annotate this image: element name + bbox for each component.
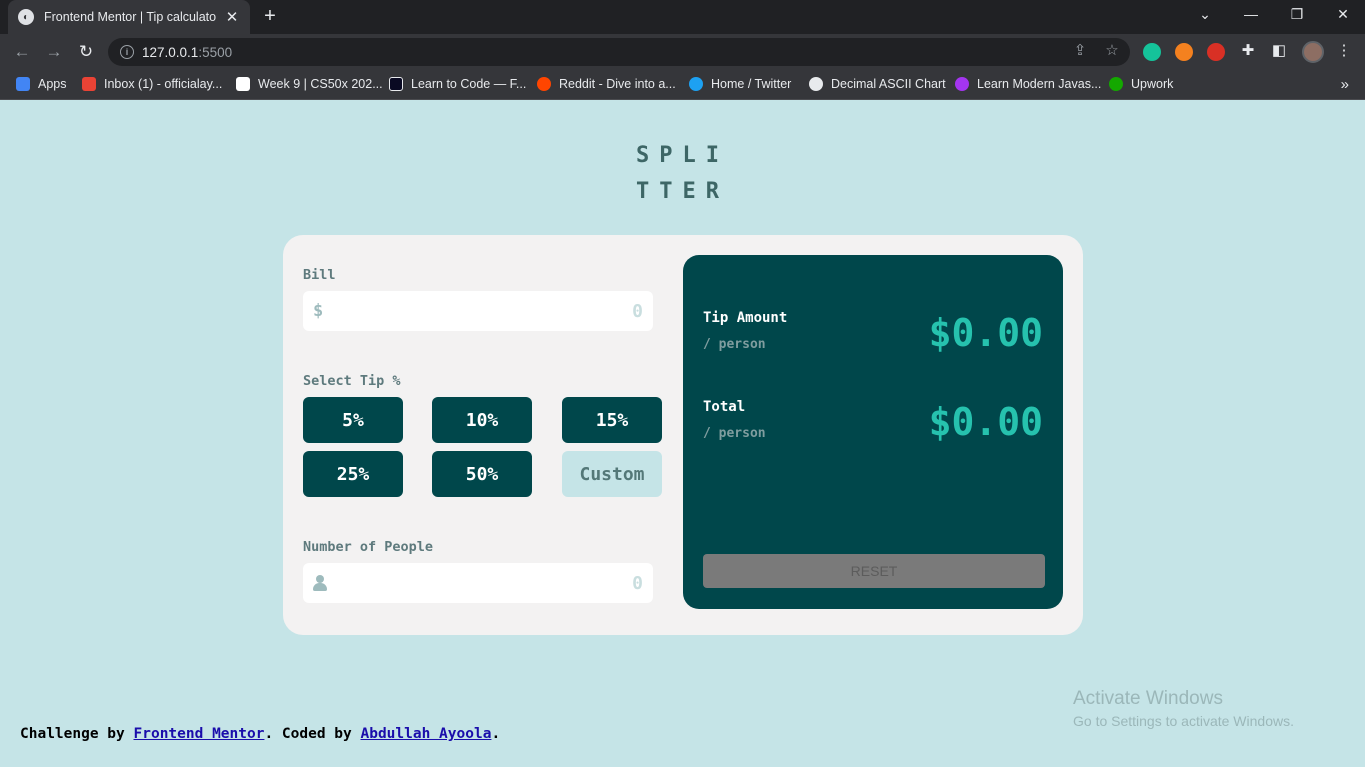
bookmark-twitter[interactable]: Home / Twitter xyxy=(689,77,791,91)
share-icon[interactable]: ⇪ xyxy=(1070,41,1090,59)
bookmark-label: Apps xyxy=(38,77,67,91)
bookmark-label: Upwork xyxy=(1131,77,1174,91)
twitter-icon xyxy=(689,77,703,91)
reset-button[interactable]: RESET xyxy=(703,554,1045,588)
browser-tab[interactable]: ◐ Frontend Mentor | Tip calculator ✕ xyxy=(8,0,250,34)
browser-tab-bar: ◐ Frontend Mentor | Tip calculator ✕ + ⌄… xyxy=(0,0,1365,34)
bookmark-label: Learn Modern Javas... xyxy=(977,77,1102,91)
bookmarks-overflow-icon[interactable]: » xyxy=(1341,76,1349,93)
restore-icon[interactable]: ❐ xyxy=(1287,6,1307,23)
rss-extension-icon[interactable] xyxy=(1175,43,1193,61)
upwork-icon xyxy=(1109,77,1123,91)
footer-middle: . Coded by xyxy=(264,726,361,742)
tip-button-5[interactable]: 5% xyxy=(303,397,403,443)
people-input[interactable]: 0 xyxy=(303,563,653,603)
tip-button-50[interactable]: 50% xyxy=(432,451,532,497)
bookmark-freecodecamp[interactable]: Learn to Code — F... xyxy=(389,77,526,91)
bookmark-label: Week 9 | CS50x 202... xyxy=(258,77,383,91)
author-link[interactable]: Abdullah Ayoola xyxy=(360,726,491,742)
forward-icon[interactable]: → xyxy=(44,42,64,62)
tip-amount-value: $0.00 xyxy=(928,311,1043,355)
bookmark-label: Home / Twitter xyxy=(711,77,792,91)
bookmark-upwork[interactable]: Upwork xyxy=(1109,77,1173,91)
attribution-footer: Challenge by Frontend Mentor. Coded by A… xyxy=(20,726,500,742)
apps-grid-icon xyxy=(16,77,30,91)
person-icon xyxy=(313,575,327,591)
site-info-icon[interactable]: i xyxy=(120,45,134,59)
freecodecamp-icon xyxy=(389,77,403,91)
close-window-icon[interactable]: ✕ xyxy=(1333,6,1353,23)
frontend-mentor-link[interactable]: Frontend Mentor xyxy=(134,726,265,742)
globe-icon xyxy=(809,77,823,91)
bookmark-reddit[interactable]: Reddit - Dive into a... xyxy=(537,77,676,91)
calculator-card: Bill $ 0 Select Tip % 5% 10% 15% 25% 50%… xyxy=(283,235,1083,635)
back-icon[interactable]: ← xyxy=(12,42,32,62)
custom-tip-input[interactable]: Custom xyxy=(562,451,662,497)
block-extension-icon[interactable] xyxy=(1207,43,1225,61)
tip-button-10[interactable]: 10% xyxy=(432,397,532,443)
select-tip-label: Select Tip % xyxy=(303,373,401,389)
tab-favicon-icon: ◐ xyxy=(18,9,34,25)
page-viewport: SPLI TTER Bill $ 0 Select Tip % 5% 10% 1… xyxy=(0,102,1365,767)
profile-avatar[interactable] xyxy=(1302,41,1324,63)
grammarly-extension-icon[interactable] xyxy=(1143,43,1161,61)
total-per-person: / person xyxy=(703,426,766,441)
bookmark-label: Decimal ASCII Chart xyxy=(831,77,946,91)
people-value: 0 xyxy=(632,572,643,594)
dollar-icon: $ xyxy=(313,301,324,321)
new-tab-icon[interactable]: + xyxy=(260,6,280,26)
url-text: 127.0.0.1:5500 xyxy=(142,44,233,60)
bookmark-gmail[interactable]: Inbox (1) - officialay... xyxy=(82,77,222,91)
reload-icon[interactable]: ↻ xyxy=(76,42,96,62)
tab-title: Frontend Mentor | Tip calculator xyxy=(44,10,216,24)
bill-input[interactable]: $ 0 xyxy=(303,291,653,331)
address-bar[interactable]: i 127.0.0.1:5500 xyxy=(108,38,1130,66)
footer-prefix: Challenge by xyxy=(20,726,134,742)
tip-amount-per-person: / person xyxy=(703,337,766,352)
browser-toolbar: ← → ↻ i 127.0.0.1:5500 ⇪ ☆ ✚ ◧ ⋮ xyxy=(0,34,1365,70)
extensions-puzzle-icon[interactable]: ✚ xyxy=(1238,41,1258,59)
bookmarks-bar: Apps Inbox (1) - officialay... Week 9 | … xyxy=(0,70,1365,100)
bookmark-udemy[interactable]: Learn Modern Javas... xyxy=(955,77,1101,91)
bookmark-star-icon[interactable]: ☆ xyxy=(1102,41,1122,59)
gmail-icon xyxy=(82,77,96,91)
people-label: Number of People xyxy=(303,539,434,555)
tab-search-icon[interactable]: ⌄ xyxy=(1195,6,1215,23)
reddit-icon xyxy=(537,77,551,91)
cs50-icon xyxy=(236,77,250,91)
bill-label: Bill xyxy=(303,267,336,283)
watermark-subtitle: Go to Settings to activate Windows. xyxy=(1073,713,1294,729)
results-panel: Tip Amount / person $0.00 Total / person… xyxy=(683,255,1063,609)
bookmark-apps[interactable]: Apps xyxy=(16,77,67,91)
menu-kebab-icon[interactable]: ⋮ xyxy=(1334,41,1354,59)
tab-close-icon[interactable]: ✕ xyxy=(224,8,240,26)
logo-line-2: TTER xyxy=(636,179,729,204)
udemy-icon xyxy=(955,77,969,91)
bookmark-label: Learn to Code — F... xyxy=(411,77,527,91)
activate-windows-watermark: Activate Windows Go to Settings to activ… xyxy=(1073,688,1294,729)
bookmark-cs50[interactable]: Week 9 | CS50x 202... xyxy=(236,77,383,91)
total-label: Total xyxy=(703,399,746,415)
bill-value: 0 xyxy=(632,300,643,322)
minimize-icon[interactable]: — xyxy=(1241,6,1261,22)
bookmark-label: Inbox (1) - officialay... xyxy=(104,77,223,91)
bookmark-label: Reddit - Dive into a... xyxy=(559,77,676,91)
tip-button-25[interactable]: 25% xyxy=(303,451,403,497)
watermark-title: Activate Windows xyxy=(1073,688,1223,709)
tip-amount-label: Tip Amount xyxy=(703,310,788,326)
footer-suffix: . xyxy=(491,726,501,742)
total-value: $0.00 xyxy=(928,400,1043,444)
logo-line-1: SPLI xyxy=(636,143,729,168)
bookmark-ascii-chart[interactable]: Decimal ASCII Chart xyxy=(809,77,946,91)
splitter-logo: SPLI TTER xyxy=(636,138,736,210)
tip-button-15[interactable]: 15% xyxy=(562,397,662,443)
side-panel-icon[interactable]: ◧ xyxy=(1269,41,1289,59)
